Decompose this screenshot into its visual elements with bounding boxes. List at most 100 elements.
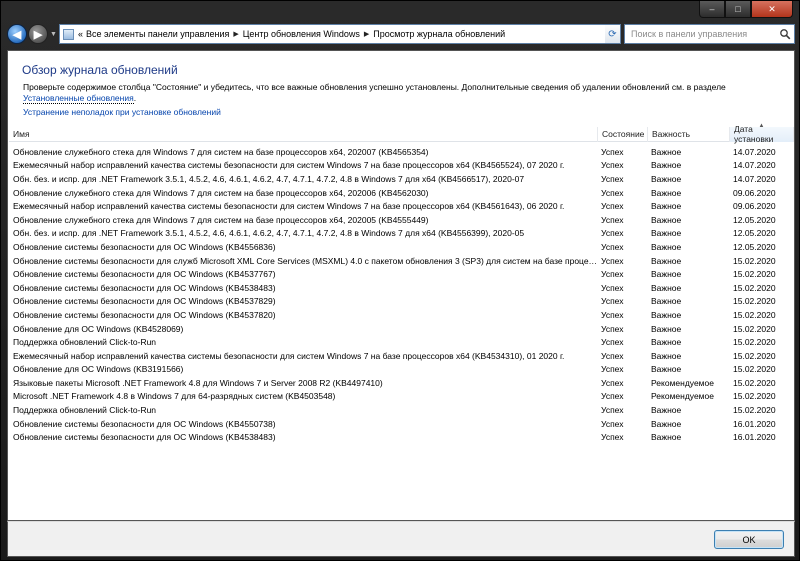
cell-status: Успех xyxy=(601,146,624,157)
cell-name: Обновление служебного стека для Windows … xyxy=(13,214,429,225)
cell-name: Ежемесячный набор исправлений качества с… xyxy=(13,350,565,361)
column-header-name[interactable]: Имя xyxy=(9,126,598,142)
refresh-icon: ⟳ xyxy=(608,28,617,40)
cell-date: 16.01.2020 xyxy=(733,432,776,443)
cell-status: Успех xyxy=(601,269,624,280)
cell-status: Успех xyxy=(601,228,624,239)
cell-importance: Важное xyxy=(651,146,682,157)
table-row[interactable]: Обновление системы безопасности для ОС W… xyxy=(9,240,794,254)
address-overflow-chevron[interactable]: « xyxy=(78,29,83,39)
table-row[interactable]: Обновление служебного стека для Windows … xyxy=(9,186,794,200)
cell-date: 15.02.2020 xyxy=(733,296,776,307)
forward-button[interactable]: ▶ xyxy=(28,24,48,44)
cell-name: Обновление системы безопасности для ОС W… xyxy=(13,282,276,293)
table-row[interactable]: Обновление системы безопасности для ОС W… xyxy=(9,417,794,431)
cell-status: Успех xyxy=(601,418,624,429)
column-header-date[interactable]: ▲ Дата установки xyxy=(730,123,794,144)
dialog-footer: OK xyxy=(7,521,795,557)
table-row[interactable]: Обн. без. и испр. для .NET Framework 3.5… xyxy=(9,227,794,241)
minimize-button[interactable]: – xyxy=(699,1,725,18)
cell-name: Обновление служебного стека для Windows … xyxy=(13,187,429,198)
table-row[interactable]: Обновление системы безопасности для ОС W… xyxy=(9,281,794,295)
table-header: Имя Состояние Важность ▲ Дата установки xyxy=(9,123,794,144)
table-row[interactable]: Обновление для ОС Windows (KB3191566) Усп… xyxy=(9,363,794,377)
close-button[interactable]: ✕ xyxy=(751,1,793,18)
search-input[interactable]: Поиск в панели управления xyxy=(624,24,795,44)
cell-date: 14.07.2020 xyxy=(733,160,776,171)
cell-date: 15.02.2020 xyxy=(733,337,776,348)
table-row[interactable]: Обн. без. и испр. для .NET Framework 3.5… xyxy=(9,172,794,186)
table-row[interactable]: Поддержка обновлений Click-to-Run Успех Ва… xyxy=(9,403,794,417)
column-header-status[interactable]: Состояние xyxy=(598,126,648,142)
maximize-button[interactable]: □ xyxy=(725,1,751,18)
breadcrumb-separator-icon[interactable]: ▶ xyxy=(364,30,369,38)
cell-name: Языковые пакеты Microsoft .NET Framework… xyxy=(13,377,383,388)
cell-name: Поддержка обновлений Click-to-Run xyxy=(13,337,157,348)
cell-date: 14.07.2020 xyxy=(733,146,776,157)
cell-importance: Важное xyxy=(651,337,682,348)
cell-date: 12.05.2020 xyxy=(733,241,776,252)
table-row[interactable]: Microsoft .NET Framework 4.8 в Windows 7… xyxy=(9,390,794,404)
cell-importance: Важное xyxy=(651,323,682,334)
cell-date: 09.06.2020 xyxy=(733,201,776,212)
cell-status: Успех xyxy=(601,214,624,225)
refresh-button[interactable]: ⟳ xyxy=(605,24,621,44)
table-row[interactable]: Обновление системы безопасности для ОС W… xyxy=(9,295,794,309)
table-row[interactable]: Языковые пакеты Microsoft .NET Framework… xyxy=(9,376,794,390)
table-row[interactable]: Обновление системы безопасности для служ… xyxy=(9,254,794,268)
cell-name: Обн. без. и испр. для .NET Framework 3.5… xyxy=(13,228,525,239)
breadcrumb-item[interactable]: Все элементы панели управления xyxy=(86,29,229,39)
cell-importance: Рекомендуемое xyxy=(651,391,714,402)
installed-updates-link[interactable]: Установленные обновления xyxy=(23,93,134,104)
cell-name: Обновление системы безопасности для ОС W… xyxy=(13,309,276,320)
breadcrumb-item[interactable]: Центр обновления Windows xyxy=(243,29,360,39)
cell-status: Успех xyxy=(601,350,624,361)
navigation-bar: ◀ ▶ ▼ « Все элементы панели управления ▶… xyxy=(7,23,795,45)
cell-name: Обн. без. и испр. для .NET Framework 3.5… xyxy=(13,173,525,184)
search-placeholder: Поиск в панели управления xyxy=(631,29,748,39)
address-bar[interactable]: « Все элементы панели управления ▶ Центр… xyxy=(59,24,621,44)
table-row[interactable]: Обновление для ОС Windows (KB4528069) Усп… xyxy=(9,322,794,336)
cell-status: Успех xyxy=(601,364,624,375)
cell-importance: Важное xyxy=(651,173,682,184)
table-row[interactable]: Ежемесячный набор исправлений качества с… xyxy=(9,199,794,213)
cell-status: Успех xyxy=(601,309,624,320)
breadcrumb-separator-icon[interactable]: ▶ xyxy=(233,30,238,38)
table-body: Обновление служебного стека для Windows … xyxy=(9,142,794,444)
cell-status: Успех xyxy=(601,201,624,212)
ok-button[interactable]: OK xyxy=(714,530,784,549)
caption-controls: – □ ✕ xyxy=(699,1,793,18)
table-row[interactable]: Обновление системы безопасности для ОС W… xyxy=(9,308,794,322)
table-row[interactable]: Поддержка обновлений Click-to-Run Успех Ва… xyxy=(9,335,794,349)
cell-importance: Рекомендуемое xyxy=(651,377,714,388)
cell-importance: Важное xyxy=(651,241,682,252)
cell-date: 15.02.2020 xyxy=(733,350,776,361)
cell-status: Успех xyxy=(601,377,624,388)
info-text-body: Проверьте содержимое столбца "Состояние"… xyxy=(23,82,726,92)
table-row[interactable]: Обновление служебного стека для Windows … xyxy=(9,213,794,227)
sort-ascending-icon: ▲ xyxy=(758,122,765,129)
table-row[interactable]: Ежемесячный набор исправлений качества с… xyxy=(9,159,794,173)
table-row[interactable]: Обновление служебного стека для Windows … xyxy=(9,145,794,159)
cell-importance: Важное xyxy=(651,214,682,225)
breadcrumb-item[interactable]: Просмотр журнала обновлений xyxy=(373,29,505,39)
cell-name: Обновление для ОС Windows (KB3191566) xyxy=(13,364,184,375)
info-text: Проверьте содержимое столбца "Состояние"… xyxy=(23,82,783,104)
cell-status: Успех xyxy=(601,405,624,416)
recent-pages-dropdown-icon[interactable]: ▼ xyxy=(50,31,57,38)
table-row[interactable]: Обновление системы безопасности для ОС W… xyxy=(9,267,794,281)
cell-status: Успех xyxy=(601,432,624,443)
troubleshoot-link[interactable]: Устранение неполадок при установке обнов… xyxy=(23,107,221,117)
column-header-importance[interactable]: Важность xyxy=(648,126,730,142)
cell-importance: Важное xyxy=(651,405,682,416)
back-button[interactable]: ◀ xyxy=(7,24,27,44)
cell-importance: Важное xyxy=(651,228,682,239)
cell-importance: Важное xyxy=(651,269,682,280)
table-row[interactable]: Ежемесячный набор исправлений качества с… xyxy=(9,349,794,363)
search-icon[interactable] xyxy=(779,28,791,40)
updates-table: Имя Состояние Важность ▲ Дата установки … xyxy=(9,123,794,444)
table-row[interactable]: Обновление системы безопасности для ОС W… xyxy=(9,430,794,444)
cell-date: 15.02.2020 xyxy=(733,391,776,402)
cell-name: Обновление системы безопасности для ОС W… xyxy=(13,418,276,429)
cell-importance: Важное xyxy=(651,350,682,361)
